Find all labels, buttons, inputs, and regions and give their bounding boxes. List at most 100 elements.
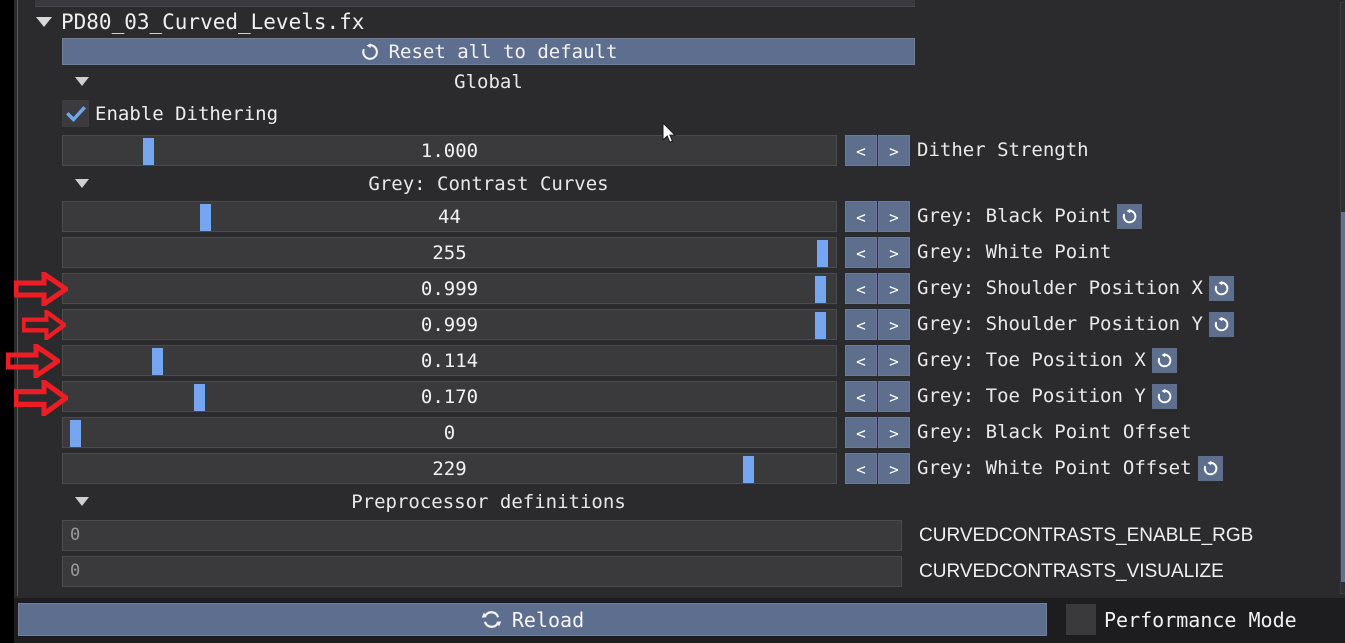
slider-value: 1.000 — [420, 140, 479, 162]
reset-parameter-button[interactable] — [1117, 204, 1143, 229]
reset-parameter-button[interactable] — [1208, 276, 1234, 301]
slider-parameter-label: Grey: Toe Position Y — [917, 385, 1146, 407]
reset-parameter-button[interactable] — [1151, 384, 1177, 409]
slider-track[interactable]: 0.114 — [62, 345, 837, 376]
slider-increment-button[interactable]: > — [878, 381, 910, 412]
slider-handle[interactable] — [143, 138, 154, 165]
slider-handle[interactable] — [70, 420, 81, 447]
reset-parameter-button[interactable] — [1208, 312, 1234, 337]
slider-decrement-button[interactable]: < — [845, 273, 877, 304]
slider-decrement-button[interactable]: < — [845, 135, 877, 166]
slider-parameter-label-wrap: Grey: Black Point Offset — [917, 417, 1192, 448]
slider-value: 0.999 — [420, 314, 479, 336]
reset-circular-arrow-icon — [1157, 352, 1172, 368]
reset-circular-arrow-icon — [361, 42, 378, 60]
slider-parameter-label-wrap: Dither Strength — [917, 135, 1089, 166]
slider-increment-button[interactable]: > — [878, 309, 910, 340]
slider-increment-button[interactable]: > — [878, 345, 910, 376]
checkbox-performance-mode[interactable]: Performance Mode — [1066, 603, 1297, 636]
reset-circular-arrow-icon — [1157, 388, 1172, 404]
previous-section-sliver — [35, 0, 915, 7]
reload-button[interactable]: Reload — [18, 603, 1047, 636]
checkmark-icon — [65, 105, 86, 122]
shader-title-label: PD80_03_Curved_Levels.fx — [61, 10, 365, 34]
slider-decrement-button[interactable]: < — [845, 237, 877, 268]
slider-parameter-label: Grey: Black Point — [917, 205, 1112, 227]
slider-increment-button[interactable]: > — [878, 273, 910, 304]
slider-decrement-button[interactable]: < — [845, 345, 877, 376]
bottom-toolbar: Reload Performance Mode — [14, 598, 1345, 643]
slider-decrement-button[interactable]: < — [845, 201, 877, 232]
checkbox-box[interactable] — [1066, 604, 1096, 635]
checkbox-enable-dithering-label: Enable Dithering — [95, 102, 279, 125]
group-global-label: Global — [454, 71, 523, 93]
slider-track[interactable]: 229 — [62, 453, 837, 484]
slider-parameter-label: Grey: Black Point Offset — [917, 421, 1192, 443]
definition-name-label: CURVEDCONTRASTS_VISUALIZE — [919, 561, 1224, 582]
slider-decrement-button[interactable]: < — [845, 453, 877, 484]
slider-parameter-label-wrap: Grey: Black Point — [917, 201, 1143, 232]
slider-handle[interactable] — [743, 456, 754, 483]
slider-parameter-label-wrap: Grey: White Point Offset — [917, 453, 1223, 484]
slider-handle[interactable] — [815, 276, 826, 303]
group-header-preprocessor-definitions[interactable]: Preprocessor definitions — [62, 488, 915, 516]
reset-all-label: Reset all to default — [388, 40, 618, 63]
scrollbar-thumb[interactable] — [1341, 212, 1345, 582]
slider-parameter-label-wrap: Grey: Toe Position X — [917, 345, 1177, 376]
red-arrow-right-icon — [5, 341, 63, 381]
slider-track[interactable]: 0 — [62, 417, 837, 448]
reset-parameter-button[interactable] — [1151, 348, 1177, 373]
reset-all-to-default-button[interactable]: Reset all to default — [62, 38, 915, 65]
slider-handle[interactable] — [817, 240, 828, 267]
reset-circular-arrow-icon — [1214, 280, 1229, 296]
slider-handle[interactable] — [194, 384, 205, 411]
slider-value: 229 — [432, 458, 467, 480]
checkbox-enable-dithering[interactable]: Enable Dithering — [62, 100, 278, 127]
slider-parameter-label: Grey: White Point — [917, 241, 1112, 263]
checkbox-performance-mode-label: Performance Mode — [1104, 607, 1297, 632]
slider-track[interactable]: 0.999 — [62, 309, 837, 340]
reset-circular-arrow-icon — [1214, 316, 1229, 332]
slider-handle[interactable] — [200, 204, 211, 231]
slider-increment-button[interactable]: > — [878, 417, 910, 448]
group-grey-contrast-curves-label: Grey: Contrast Curves — [368, 173, 609, 195]
group-preprocessor-label: Preprocessor definitions — [351, 491, 626, 513]
slider-value: 0.114 — [420, 350, 479, 372]
slider-decrement-button[interactable]: < — [845, 381, 877, 412]
slider-increment-button[interactable]: > — [878, 453, 910, 484]
definition-value-input[interactable]: 0 — [62, 520, 902, 551]
slider-decrement-button[interactable]: < — [845, 417, 877, 448]
slider-track[interactable]: 255 — [62, 237, 837, 268]
slider-track[interactable]: 44 — [62, 201, 837, 232]
red-arrow-right-icon — [13, 377, 71, 419]
slider-increment-button[interactable]: > — [878, 135, 910, 166]
panel-background: PD80_03_Curved_Levels.fx Reset all to de… — [14, 0, 1345, 643]
slider-handle[interactable] — [152, 348, 163, 375]
group-header-global[interactable]: Global — [62, 68, 915, 96]
definition-value-input[interactable]: 0 — [62, 556, 902, 587]
triangle-down-icon — [36, 17, 52, 27]
reload-label: Reload — [511, 607, 585, 632]
slider-handle[interactable] — [815, 312, 826, 339]
checkbox-box[interactable] — [62, 100, 89, 127]
slider-increment-button[interactable]: > — [878, 201, 910, 232]
slider-track[interactable]: 0.170 — [62, 381, 837, 412]
slider-track[interactable]: 0.999 — [62, 273, 837, 304]
slider-parameter-label-wrap: Grey: White Point — [917, 237, 1111, 268]
refresh-icon — [481, 611, 502, 628]
slider-increment-button[interactable]: > — [878, 237, 910, 268]
slider-parameter-label: Dither Strength — [917, 139, 1089, 161]
definition-name-label: CURVEDCONTRASTS_ENABLE_RGB — [919, 525, 1254, 546]
group-header-grey-contrast-curves[interactable]: Grey: Contrast Curves — [62, 170, 915, 198]
reset-parameter-button[interactable] — [1197, 456, 1223, 481]
slider-parameter-label: Grey: Shoulder Position Y — [917, 313, 1203, 335]
slider-value: 44 — [438, 206, 461, 228]
slider-decrement-button[interactable]: < — [845, 309, 877, 340]
red-arrow-right-icon — [21, 307, 68, 343]
slider-track[interactable]: 1.000 — [62, 135, 837, 166]
slider-parameter-label: Grey: Toe Position X — [917, 349, 1146, 371]
slider-parameter-label: Grey: Shoulder Position X — [917, 277, 1203, 299]
red-arrow-right-icon — [13, 269, 71, 309]
slider-value: 0.170 — [420, 386, 479, 408]
shader-title-header[interactable]: PD80_03_Curved_Levels.fx — [36, 8, 364, 36]
